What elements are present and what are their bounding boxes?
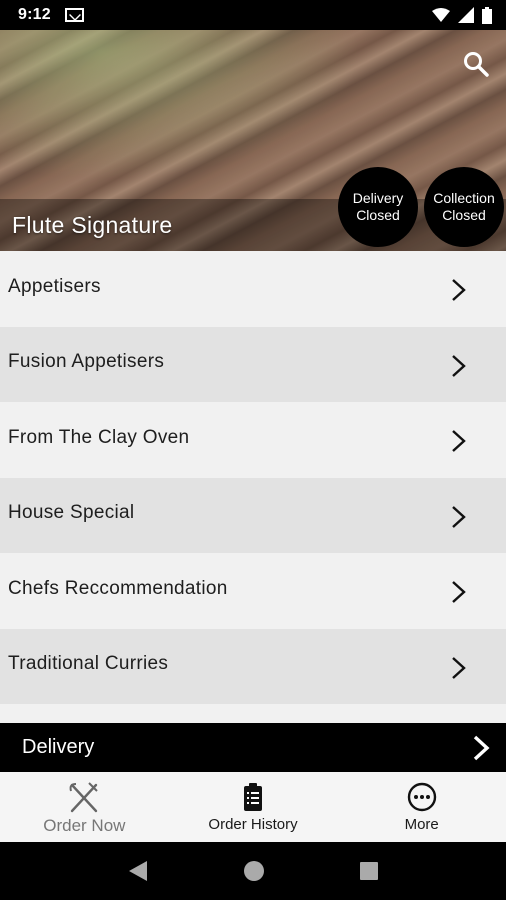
chevron-right-icon [452, 656, 466, 679]
signal-icon [458, 7, 474, 23]
collection-status-line-2: Closed [442, 207, 486, 223]
app-screen: 9:12 Flute Signature Delivery Closed Col… [0, 0, 506, 900]
menu-item-chefs-reccommendation[interactable]: Chefs Reccommendation [0, 553, 506, 629]
menu-category-list: Appetisers Fusion Appetisers From The Cl… [0, 251, 506, 704]
status-icons [432, 6, 492, 24]
status-time: 9:12 [18, 6, 51, 23]
menu-item-fusion-appetisers[interactable]: Fusion Appetisers [0, 326, 506, 402]
nav-more[interactable]: More [337, 772, 506, 842]
restaurant-title: Flute Signature [12, 212, 173, 238]
search-icon[interactable] [462, 50, 490, 78]
chevron-right-icon [452, 430, 466, 452]
chevron-right-icon [452, 581, 466, 603]
menu-item-label: Chefs Reccommendation [8, 577, 228, 599]
recents-icon[interactable] [359, 861, 379, 881]
chevron-right-icon [452, 279, 466, 301]
collection-status-badge: Collection Closed [424, 167, 504, 247]
menu-item-label: House Special [8, 502, 135, 524]
more-horizontal-icon [407, 782, 436, 812]
collection-status-line-1: Collection [433, 190, 495, 206]
battery-icon [482, 6, 492, 24]
mail-notification-icon [64, 8, 84, 22]
fork-knife-icon [69, 782, 99, 813]
menu-item-house-special[interactable]: House Special [0, 477, 506, 553]
nav-more-label: More [404, 816, 439, 833]
delivery-status-line-1: Delivery [352, 190, 404, 206]
menu-item-label: From The Clay Oven [8, 426, 190, 448]
menu-item-from-the-clay-oven[interactable]: From The Clay Oven [0, 402, 506, 478]
nav-order-now[interactable]: Order Now [0, 772, 169, 842]
status-bar: 9:12 [0, 0, 506, 30]
menu-list-next-row-peek [0, 704, 506, 723]
chevron-right-icon [452, 354, 466, 377]
clipboard-list-icon [244, 783, 262, 811]
menu-item-traditional-curries[interactable]: Traditional Curries [0, 628, 506, 704]
home-icon[interactable] [243, 860, 265, 882]
nav-order-now-label: Order Now [43, 816, 126, 835]
nav-order-history[interactable]: Order History [169, 772, 338, 842]
nav-order-history-label: Order History [208, 816, 298, 833]
menu-item-label: Appetisers [8, 275, 101, 297]
menu-item-label: Traditional Curries [8, 653, 169, 675]
delivery-mode-label: Delivery [22, 736, 95, 758]
wifi-icon [432, 8, 450, 22]
back-icon[interactable] [127, 859, 149, 883]
menu-item-appetisers[interactable]: Appetisers [0, 251, 506, 327]
menu-item-label: Fusion Appetisers [8, 351, 165, 373]
system-navigation-bar [0, 842, 506, 900]
chevron-right-icon [473, 735, 490, 761]
chevron-right-icon [452, 505, 466, 528]
bottom-navigation: Order Now Order History More [0, 772, 506, 842]
delivery-mode-bar[interactable]: Delivery [0, 723, 506, 772]
delivery-status-line-2: Closed [356, 207, 400, 223]
hero-banner: Flute Signature Delivery Closed Collecti… [0, 30, 506, 251]
delivery-status-badge: Delivery Closed [338, 167, 418, 247]
